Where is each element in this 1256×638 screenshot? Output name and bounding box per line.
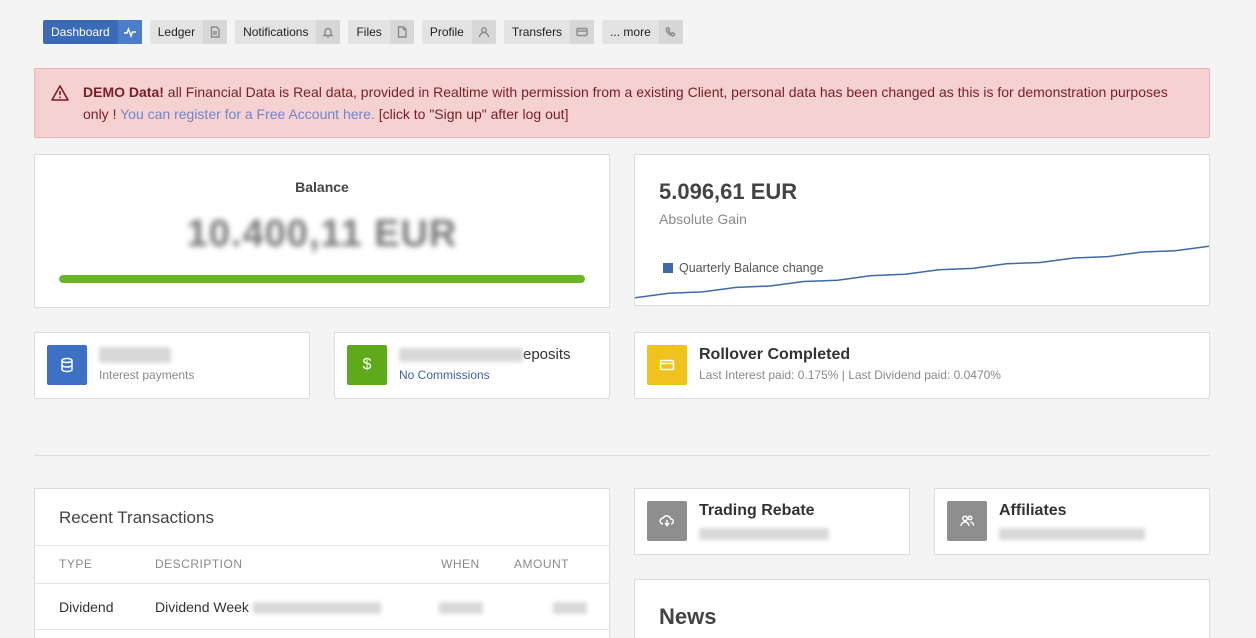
col-description: DESCRIPTION xyxy=(155,557,243,571)
balance-card: Balance 10.400,11 EUR xyxy=(34,154,610,308)
row-description: Dividend Week xyxy=(155,599,381,615)
nav-files[interactable]: Files xyxy=(348,20,414,44)
row-type: Dividend xyxy=(59,599,114,615)
row-divider xyxy=(35,629,609,630)
news-card: News xyxy=(634,579,1210,638)
deposits-label: No Commissions xyxy=(399,368,490,382)
deposits-suffix: eposits xyxy=(523,346,571,363)
trading-rebate-card[interactable]: Trading Rebate xyxy=(634,488,910,555)
transactions-title: Recent Transactions xyxy=(59,508,214,527)
gain-value: 5.096,61 EUR xyxy=(659,179,798,204)
legend-label: Quarterly Balance change xyxy=(679,261,824,275)
deposits-card: $ eposits No Commissions xyxy=(334,332,610,399)
nav-profile-label: Profile xyxy=(429,25,464,39)
nav-transfers-label: Transfers xyxy=(511,25,563,39)
trading-rebate-title: Trading Rebate xyxy=(699,502,815,519)
section-divider xyxy=(34,455,1210,456)
top-nav: Dashboard Ledger Notifications Files Pro… xyxy=(43,20,683,44)
activity-icon xyxy=(117,20,142,44)
transactions-header-divider xyxy=(35,583,609,584)
nav-ledger[interactable]: Ledger xyxy=(149,20,228,44)
legend-swatch xyxy=(663,263,673,273)
nav-more[interactable]: ... more xyxy=(602,20,683,44)
nav-dashboard-label: Dashboard xyxy=(51,25,110,39)
gain-label: Absolute Gain xyxy=(659,211,747,227)
demo-alert: DEMO Data! all Financial Data is Real da… xyxy=(34,68,1210,138)
balance-amount: 10.400,11 EUR xyxy=(186,213,458,255)
trading-rebate-value xyxy=(699,526,829,540)
document-icon xyxy=(203,20,228,44)
bell-icon xyxy=(316,20,341,44)
nav-ledger-label: Ledger xyxy=(157,25,196,39)
col-amount: AMOUNT xyxy=(514,557,569,571)
nav-notifications[interactable]: Notifications xyxy=(235,20,341,44)
nav-files-label: Files xyxy=(356,25,382,39)
cloud-download-icon xyxy=(647,501,687,541)
news-title: News xyxy=(659,604,717,629)
rollover-title: Rollover Completed xyxy=(699,346,851,363)
database-icon xyxy=(47,345,87,385)
nav-transfers[interactable]: Transfers xyxy=(503,20,595,44)
affiliates-title: Affiliates xyxy=(999,502,1067,519)
user-icon xyxy=(471,20,496,44)
affiliates-card[interactable]: Affiliates xyxy=(934,488,1210,555)
balance-progress-fill xyxy=(59,275,585,283)
chart-legend: Quarterly Balance change xyxy=(663,261,824,275)
col-when: WHEN xyxy=(441,557,480,571)
file-icon xyxy=(389,20,414,44)
alert-title: DEMO Data! xyxy=(83,84,164,100)
row-description-text: Dividend Week xyxy=(155,599,249,615)
balance-progress xyxy=(59,275,585,283)
transactions-divider xyxy=(35,545,609,546)
warning-icon xyxy=(51,85,69,101)
nav-profile[interactable]: Profile xyxy=(421,20,496,44)
row-when xyxy=(439,599,483,615)
gain-card: 5.096,61 EUR Absolute Gain Quarterly Bal… xyxy=(634,154,1210,306)
rollover-details: Last Interest paid: 0.175% | Last Divide… xyxy=(699,368,1001,382)
rollover-card: Rollover Completed Last Interest paid: 0… xyxy=(634,332,1210,399)
row-amount xyxy=(553,599,587,615)
credit-card-icon xyxy=(570,20,595,44)
recent-transactions-card: Recent Transactions TYPE DESCRIPTION WHE… xyxy=(34,488,610,638)
card-icon xyxy=(647,345,687,385)
users-icon xyxy=(947,501,987,541)
nav-notifications-label: Notifications xyxy=(243,25,309,39)
affiliates-value xyxy=(999,526,1145,540)
alert-suffix: [click to "Sign up" after log out] xyxy=(374,106,569,122)
nav-more-label: ... more xyxy=(610,25,651,39)
interest-label: Interest payments xyxy=(99,368,195,382)
interest-amount xyxy=(99,346,171,364)
register-link[interactable]: You can register for a Free Account here… xyxy=(120,106,375,122)
balance-title: Balance xyxy=(295,179,349,195)
col-type: TYPE xyxy=(59,557,93,571)
deposits-amount: eposits xyxy=(399,346,571,363)
interest-card: Interest payments xyxy=(34,332,310,399)
phone-icon xyxy=(658,20,683,44)
nav-dashboard[interactable]: Dashboard xyxy=(43,20,142,44)
dollar-icon: $ xyxy=(347,345,387,385)
